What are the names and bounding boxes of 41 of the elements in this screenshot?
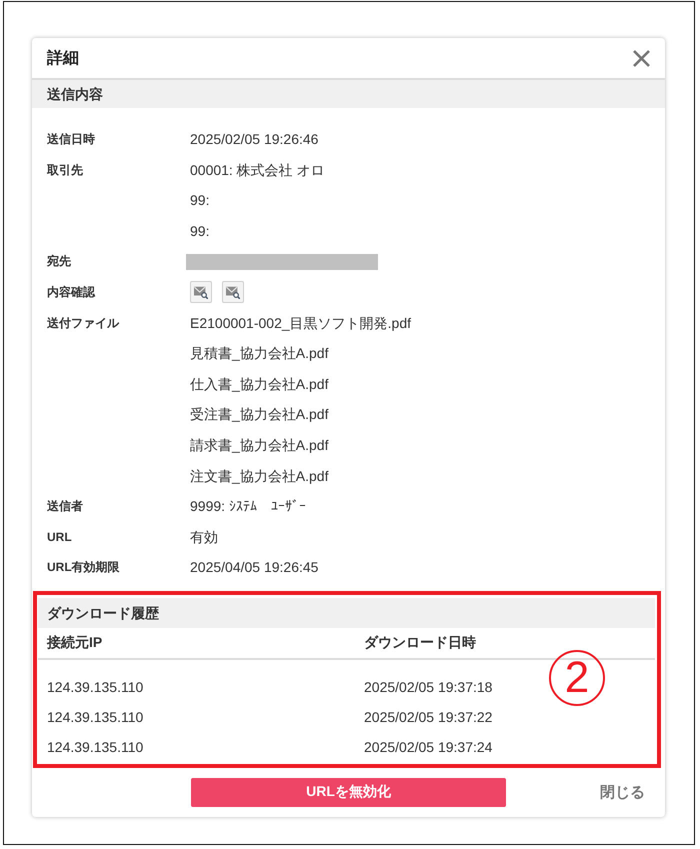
field-value: E2100001-002_目黒ソフト開発.pdf [190, 314, 411, 333]
field-label: 内容確認 [47, 284, 95, 301]
field-label: 送信日時 [47, 131, 95, 148]
envelope-magnifier-icon [226, 285, 240, 300]
field-value: 見積書_協力会社A.pdf [190, 344, 328, 364]
envelope-magnifier-icon [194, 285, 208, 300]
table-cell: 2025/02/05 19:37:22 [364, 708, 492, 725]
table-cell: 124.39.135.110 [47, 738, 144, 755]
field-value: 9999: ｼｽﾃﾑ ﾕｰｻﾞｰ [190, 497, 306, 516]
close-link[interactable]: 閉じる [600, 782, 645, 802]
section-heading: ダウンロード履歴 [38, 598, 655, 628]
section-heading: 送信内容 [32, 80, 665, 108]
field-value: 99: [190, 191, 210, 210]
mail-preview-button[interactable] [222, 281, 244, 304]
field-value: 請求書_協力会社A.pdf [190, 436, 328, 455]
mail-preview-button[interactable] [190, 281, 212, 304]
disable-url-button[interactable]: URLを無効化 [191, 778, 506, 807]
field-value: 仕入書_協力会社A.pdf [190, 374, 328, 394]
table-cell: 124.39.135.110 [47, 708, 144, 725]
field-label: URL [47, 528, 72, 546]
field-value: 受注書_協力会社A.pdf [190, 405, 328, 424]
table-cell: 2025/02/05 19:37:18 [364, 678, 492, 695]
field-value: 00001: 株式会社 オロ [190, 160, 325, 180]
field-value: 有効 [190, 528, 218, 547]
field-value: 99: [190, 222, 210, 241]
column-header: ダウンロード日時 [364, 634, 476, 652]
field-label: 送付ファイル [47, 314, 119, 332]
table-cell: 2025/02/05 19:37:24 [364, 738, 492, 755]
field-label: 宛先 [47, 253, 71, 270]
field-label: URL有効期限 [47, 559, 120, 576]
field-value: 注文書_協力会社A.pdf [190, 466, 328, 486]
dialog-title: 詳細 [47, 48, 79, 68]
callout-number: 2 [549, 650, 605, 706]
field-label: 送信者 [47, 498, 83, 516]
close-icon [633, 50, 650, 66]
close-button[interactable] [633, 50, 650, 66]
table-cell: 124.39.135.110 [47, 678, 144, 695]
field-value: 2025/04/05 19:26:45 [190, 558, 318, 578]
field-label: 取引先 [47, 162, 83, 179]
field-value: 2025/02/05 19:26:46 [190, 130, 318, 149]
column-header: 接続元IP [47, 634, 102, 652]
